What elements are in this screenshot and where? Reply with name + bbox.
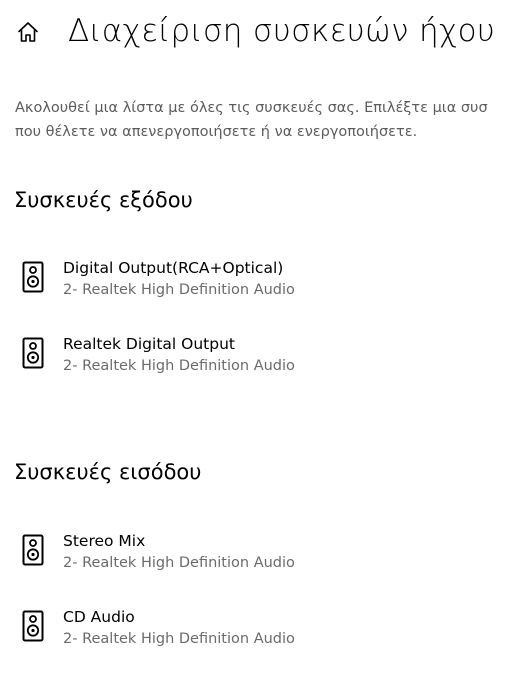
home-icon xyxy=(18,22,38,42)
speaker-icon xyxy=(22,610,44,642)
page-description: Ακολουθεί μια λίστα με όλες τις συσκευές… xyxy=(15,96,511,144)
device-driver: 2- Realtek High Definition Audio xyxy=(63,631,295,647)
speaker-icon xyxy=(22,261,44,293)
speaker-icon xyxy=(22,534,44,566)
description-line-2: που θέλετε να απενεργοποιήσετε ή να ενερ… xyxy=(15,124,418,140)
description-line-1: Ακολουθεί μια λίστα με όλες τις συσκευές… xyxy=(15,100,488,116)
device-name: Stereo Mix xyxy=(63,532,146,550)
page-header: Διαχείριση συσκευών ήχου xyxy=(0,0,511,64)
speaker-icon xyxy=(22,337,44,369)
device-driver: 2- Realtek High Definition Audio xyxy=(63,358,295,374)
input-device-stereo-mix[interactable]: Stereo Mix 2- Realtek High Definition Au… xyxy=(0,531,511,591)
page-title: Διαχείριση συσκευών ήχου xyxy=(68,13,496,49)
device-driver: 2- Realtek High Definition Audio xyxy=(63,555,295,571)
audio-devices-page: Διαχείριση συσκευών ήχου Ακολουθεί μια λ… xyxy=(0,0,511,687)
output-device-realtek-digital-output[interactable]: Realtek Digital Output 2- Realtek High D… xyxy=(0,334,511,394)
device-name: Digital Output(RCA+Optical) xyxy=(63,259,284,277)
output-device-digital-output[interactable]: Digital Output(RCA+Optical) 2- Realtek H… xyxy=(0,258,511,318)
input-device-cd-audio[interactable]: CD Audio 2- Realtek High Definition Audi… xyxy=(0,607,511,667)
output-devices-heading: Συσκευές εξόδου xyxy=(14,188,193,212)
device-name: CD Audio xyxy=(63,608,135,626)
home-button[interactable] xyxy=(10,14,46,50)
device-name: Realtek Digital Output xyxy=(63,335,235,353)
input-devices-heading: Συσκευές εισόδου xyxy=(14,460,202,484)
device-driver: 2- Realtek High Definition Audio xyxy=(63,282,295,298)
